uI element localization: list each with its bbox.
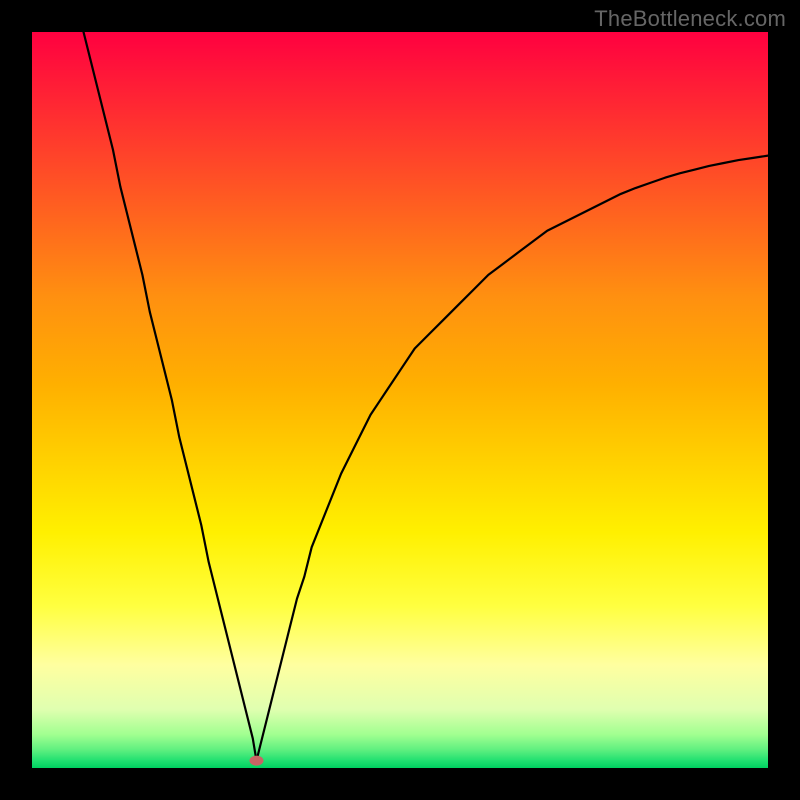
- plot-area: [32, 32, 768, 768]
- watermark-text: TheBottleneck.com: [594, 6, 786, 32]
- chart-frame: TheBottleneck.com: [0, 0, 800, 800]
- chart-svg: [32, 32, 768, 768]
- gradient-background: [32, 32, 768, 768]
- minimum-marker: [249, 756, 263, 766]
